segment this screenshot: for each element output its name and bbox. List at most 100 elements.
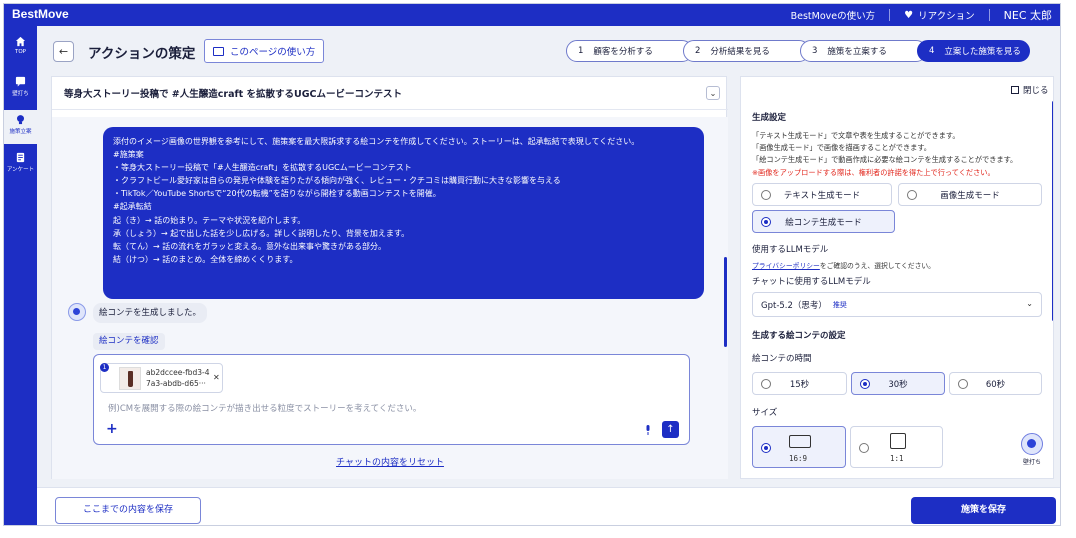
size-16-9-option[interactable]: 16:9 [752,426,846,468]
topic-title: 等身大ストーリー投稿で #人生醸造craft を拡散するUGCムービーコンテスト [64,89,402,100]
size-1-1-option[interactable]: 1:1 [850,426,943,468]
remove-attachment-icon[interactable]: ✕ [213,373,220,382]
page-header: ← アクションの策定 このページの使い方 1 顧客を分析する 2 分析結果を見る 3… [37,26,1060,76]
step-1[interactable]: 1 顧客を分析する [566,40,693,62]
home-icon [15,36,26,47]
sidebar-item-label: アンケート [6,167,35,173]
size-label: サイズ [752,408,778,418]
duration-30-option[interactable]: 30秒 [851,372,945,395]
microphone-icon[interactable] [645,425,651,435]
close-panel-button[interactable]: 閉じる [1011,84,1049,96]
step-number: 2 [695,46,701,56]
sidebar: TOP 壁打ち 施策立案 アンケート [4,26,37,525]
settings-panel: 閉じる 生成設定 「テキスト生成モード」で文章や表を生成することができます。 「… [740,76,1054,479]
howto-link[interactable]: BestMoveの使い方 [791,8,876,22]
sidebar-item-top[interactable]: TOP [4,32,37,66]
top-bar: BestMove BestMoveの使い方 ♥ リアクション NEC 太郎 [4,4,1060,26]
survey-icon [16,152,25,163]
upload-warning: ※画像をアップロードする際は、権利者の許諾を得た上で行ってください。 [752,168,995,177]
assistant-label: 壁打ち [1022,459,1041,466]
duration-60-option[interactable]: 60秒 [949,372,1042,395]
chevron-down-icon[interactable]: ⌄ [706,86,720,100]
llm-title: 使用するLLMモデル [752,245,829,255]
book-icon [213,46,224,56]
panel-close-icon [1011,86,1019,94]
step-2[interactable]: 2 分析結果を見る [683,40,810,62]
close-label: 閉じる [1023,86,1049,96]
page-howto-button[interactable]: このページの使い方 [204,39,324,63]
sidebar-item-label: 壁打ち [12,91,29,97]
message-line: ・等身大ストーリー投稿で「#人生醸造craft」を拡散するUGCムービーコンテス… [113,163,412,173]
user-message: 添付のイメージ画像の世界観を参考にして、施策案を最大限訴求する絵コンテを作成して… [103,127,704,299]
message-line: ・TikTok／YouTube Shortsで“20代の転機”を語りながら開栓す… [113,189,441,199]
topic-selector[interactable]: 等身大ストーリー投稿で #人生醸造craft を拡散するUGCムービーコンテスト… [52,77,728,110]
chevron-down-icon: ⌄ [1026,299,1033,308]
step-label: 顧客を分析する [593,47,653,57]
chat-icon [15,76,26,87]
mode-storyboard-option[interactable]: 絵コンテ生成モード [752,210,895,233]
reaction-link[interactable]: リアクション [918,8,975,22]
nav-divider [988,9,990,21]
brand-logo[interactable]: BestMove [12,7,69,21]
sidebar-item-chat[interactable]: 壁打ち [4,72,37,106]
heart-icon: ♥ [904,9,914,21]
radio-unchecked [859,443,869,453]
recommended-badge: 推奨 [832,300,847,309]
mode-image-option[interactable]: 画像生成モード [898,183,1042,206]
message-line: ・クラフトビール愛好家は自らの発見や体験を語りたがる傾向が強く、レビュー・クチコ… [113,176,561,186]
duration-label: 絵コンテの時間 [752,354,812,364]
chat-scrollbar[interactable] [724,257,727,347]
attachment-chip[interactable]: 1 ab2dccee-fbd3-4 7a3-abdb-d65··· ✕ [100,363,223,393]
attachment-count-badge: 1 [100,363,109,372]
mode-label: 画像生成モード [940,190,1000,201]
landscape-frame-icon [789,435,811,448]
attachment-name-line: 7a3-abdb-d65··· [146,379,206,388]
sidebar-item-planning[interactable]: 施策立案 [4,110,37,144]
sidebar-item-survey[interactable]: アンケート [4,148,37,182]
arrow-left-icon: ← [58,45,69,58]
message-line: #施策案 [113,150,144,160]
user-name[interactable]: NEC 太郎 [1004,7,1052,23]
settings-scrollbar[interactable] [1052,101,1053,321]
step-3[interactable]: 3 施策を立案する [800,40,927,62]
add-attachment-icon[interactable]: + [106,421,118,437]
step-number: 3 [812,46,818,56]
llm-model-select[interactable]: Gpt-5.2（思考） 推奨 ⌄ [752,292,1042,317]
message-composer[interactable]: 1 ab2dccee-fbd3-4 7a3-abdb-d65··· ✕ 例)CM… [93,354,690,445]
radio-unchecked [761,190,771,200]
reset-chat-link[interactable]: チャットの内容をリセット [52,455,728,468]
chat-panel: 等身大ストーリー投稿で #人生醸造craft を拡散するUGCムービーコンテスト… [51,76,728,479]
size-value: 1:1 [890,454,904,463]
chat-history: 添付のイメージ画像の世界観を参考にして、施策案を最大限訴求する絵コンテを作成して… [52,117,728,479]
mode-label: 絵コンテ生成モード [785,217,862,228]
page-howto-label: このページの使い方 [230,47,316,58]
radio-unchecked [958,379,968,389]
generation-description: 「テキスト生成モード」で文章や表を生成することができます。 「画像生成モード」で… [752,131,1018,164]
send-button[interactable]: ↑ [662,421,679,438]
confirm-storyboard-link[interactable]: 絵コンテを確認 [93,333,165,350]
chat-assistant-button[interactable]: 壁打ち [1017,433,1047,473]
save-progress-button[interactable]: ここまでの内容を保存 [55,497,201,524]
message-line: 起（き）→ 話の始まり。テーマや状況を紹介します。 [113,215,306,225]
radio-checked [761,217,771,227]
top-nav: BestMoveの使い方 ♥ リアクション NEC 太郎 [791,4,1052,26]
message-input[interactable]: 例)CMを展開する際の絵コンテが描き出せる粒度でストーリーを考えてください。 [108,402,421,414]
privacy-policy-link[interactable]: プライバシーポリシー [752,262,820,270]
storyboard-settings-title: 生成する絵コンテの設定 [752,331,846,341]
lightbulb-icon [17,115,24,125]
mode-text-option[interactable]: テキスト生成モード [752,183,892,206]
step-4[interactable]: 4 立案した施策を見る [917,40,1030,62]
footer-bar: ここまでの内容を保存 施策を保存 [37,487,1060,525]
bot-avatar-icon [68,303,86,321]
bot-message: 絵コンテを生成しました。 [93,303,208,323]
app-window: BestMove BestMoveの使い方 ♥ リアクション NEC 太郎 TO… [3,3,1061,526]
save-plan-button[interactable]: 施策を保存 [911,497,1056,524]
arrow-up-icon: ↑ [666,424,675,435]
step-number: 4 [929,46,935,56]
message-line: 添付のイメージ画像の世界観を参考にして、施策案を最大限訴求する絵コンテを作成して… [113,137,640,146]
duration-15-option[interactable]: 15秒 [752,372,847,395]
back-button[interactable]: ← [53,41,74,62]
radio-checked [761,443,771,453]
bottle-image [128,371,133,387]
llm-value: Gpt-5.2（思考） [761,300,827,311]
